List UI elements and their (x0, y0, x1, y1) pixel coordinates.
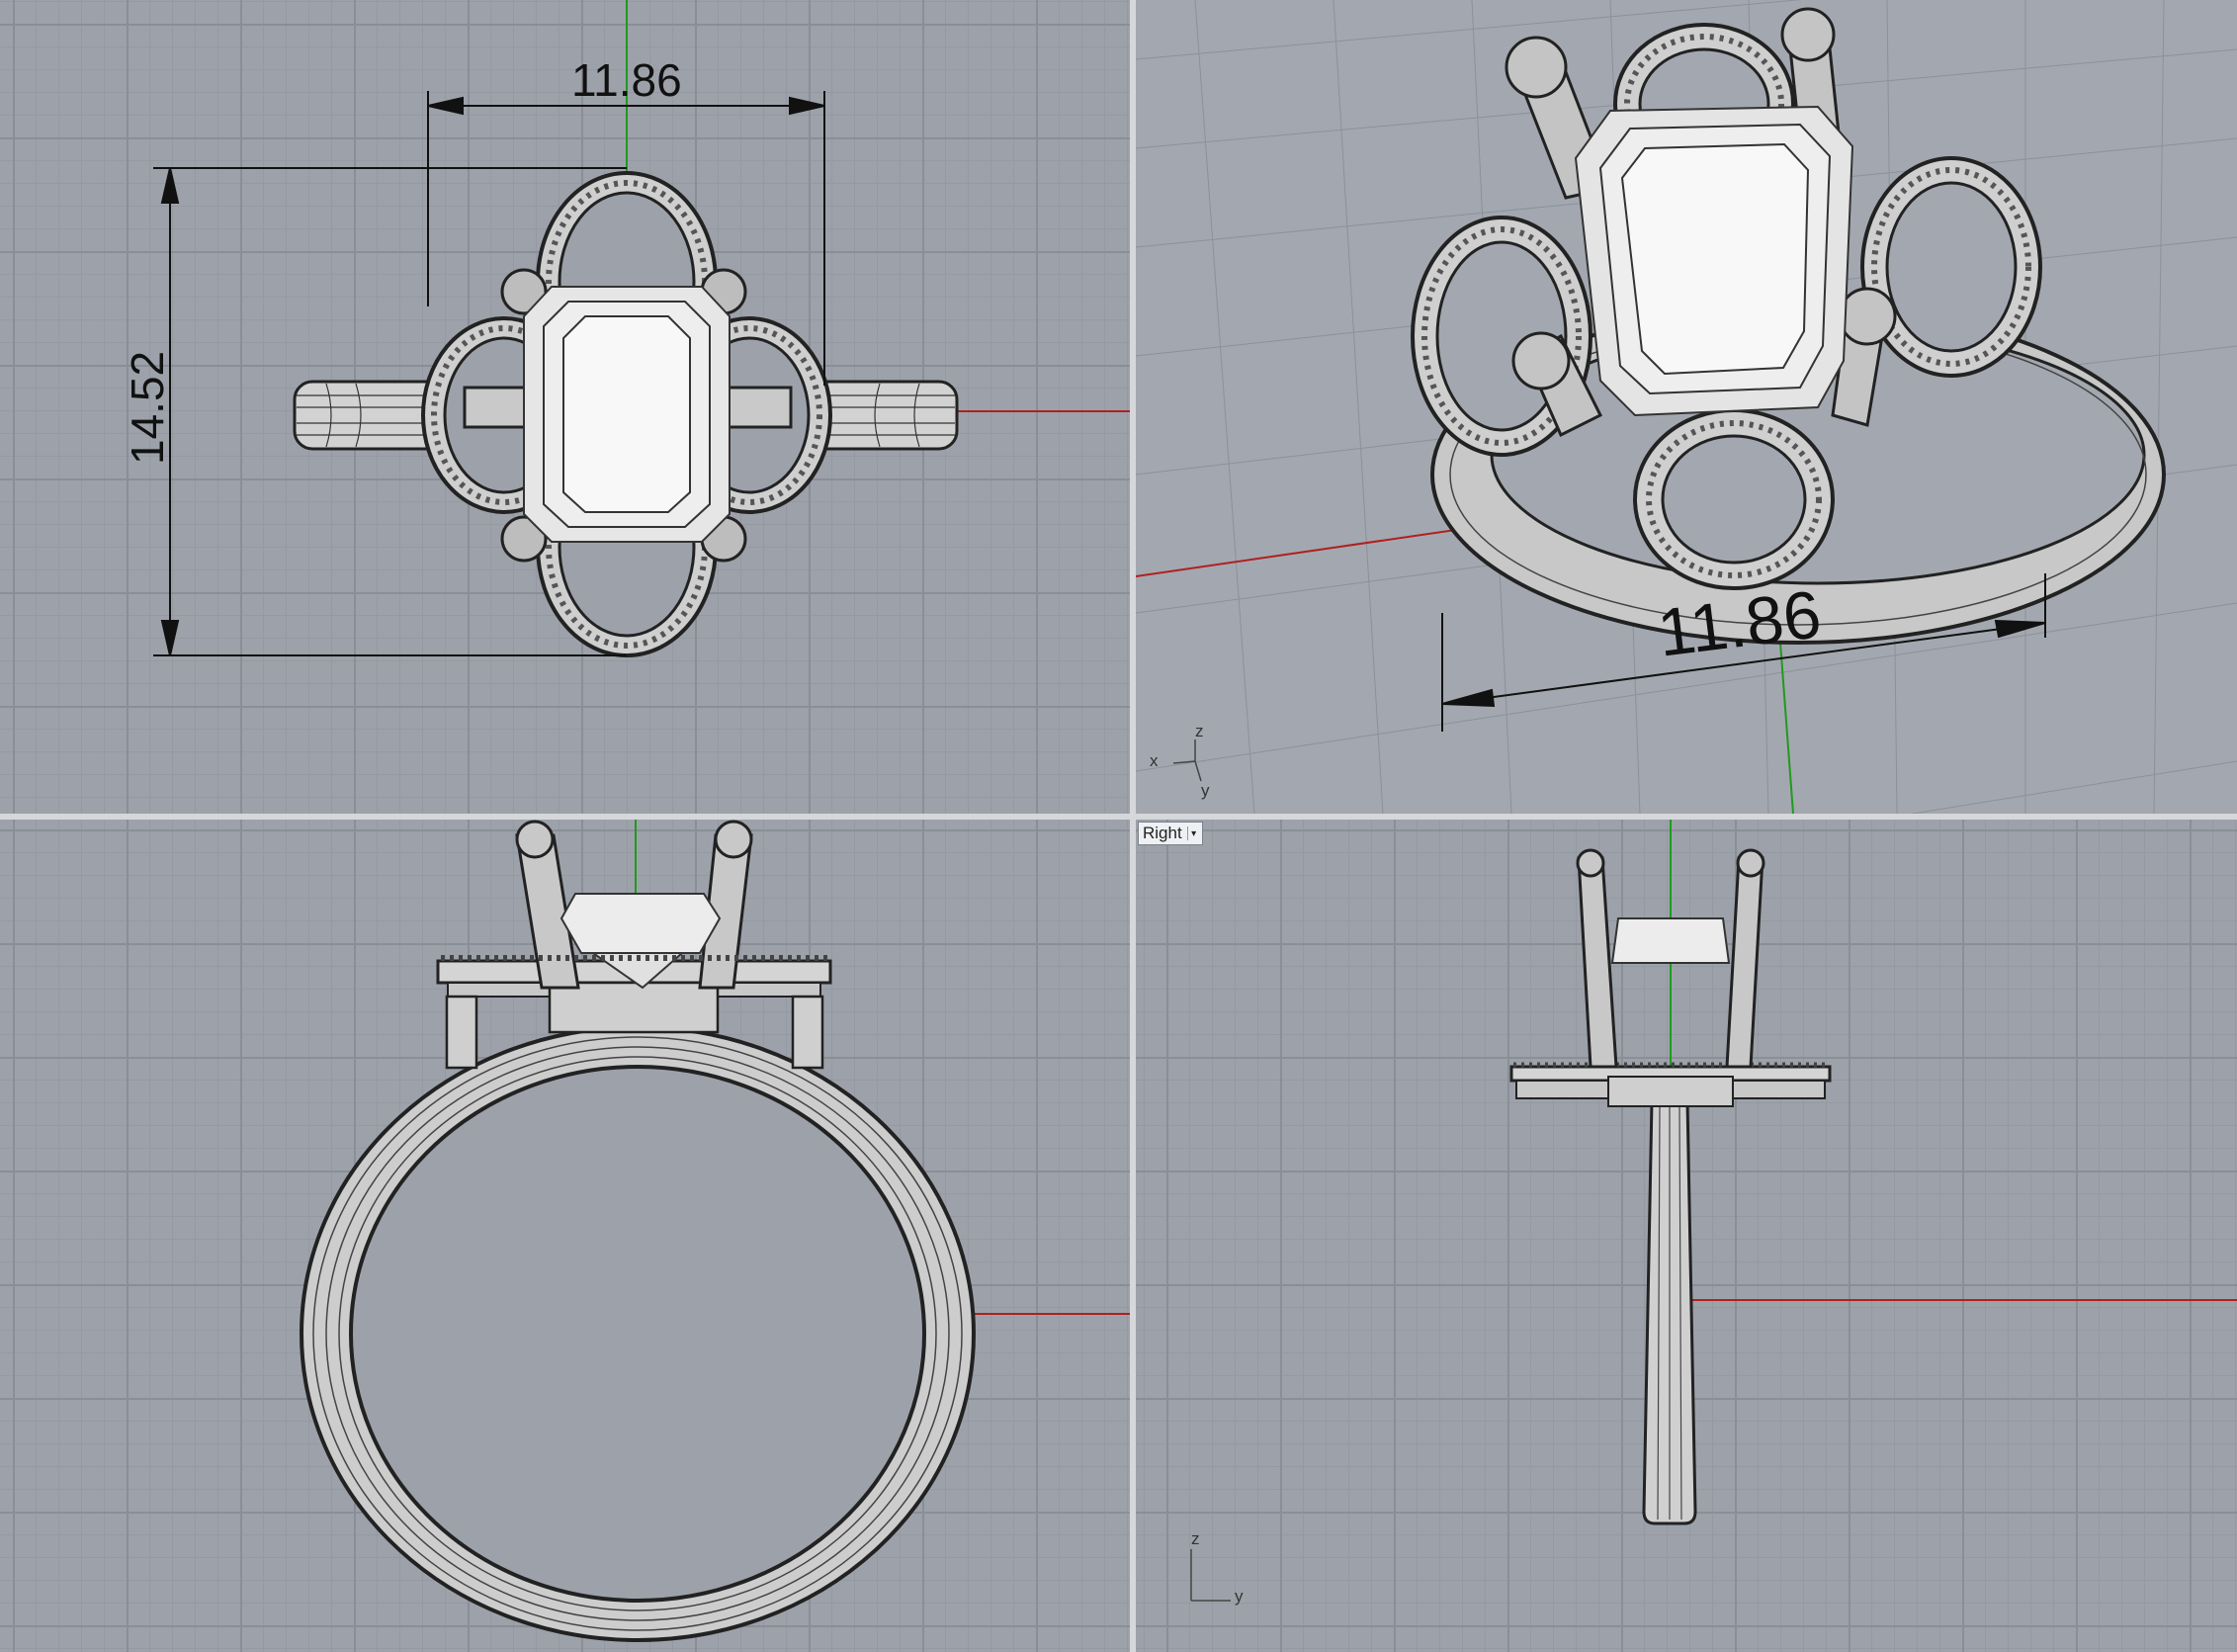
emerald-stone (523, 286, 731, 543)
height-dimension-label: 14.52 (122, 350, 173, 465)
viewport-right[interactable]: Right ▾ z y (1136, 820, 2237, 1652)
viewport-perspective[interactable]: 11.86 z x y (1136, 0, 2237, 814)
perspective-grid (1136, 0, 2237, 814)
gumball-x-label: x (1150, 751, 1159, 770)
width-dimension-label: 11.86 (571, 54, 682, 106)
front-view-canvas (300, 820, 1130, 1642)
gumball-z-label: z (1195, 722, 1204, 740)
viewport-front[interactable] (0, 820, 1130, 1652)
axis-z-label: z (1191, 1529, 1200, 1548)
emerald-stone-3d (1574, 105, 1854, 417)
axis-y-label: y (1235, 1587, 1244, 1606)
axis-gumball (1172, 739, 1202, 782)
viewport-top[interactable]: 11.86 14.52 (0, 0, 1130, 814)
emerald-stone-side (1610, 917, 1731, 964)
axis-indicator (1190, 1549, 1231, 1602)
gumball-y-label: y (1201, 781, 1210, 800)
ring-band-front (300, 1025, 976, 1642)
right-view-canvas (1190, 820, 2237, 1602)
